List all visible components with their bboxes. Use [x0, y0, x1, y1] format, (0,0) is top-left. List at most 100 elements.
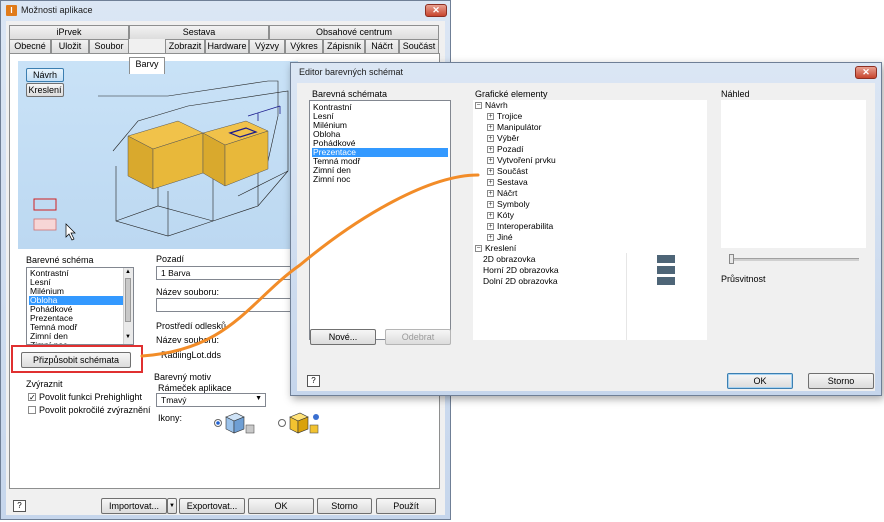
- slider-thumb[interactable]: [729, 254, 734, 264]
- schemes-list[interactable]: Kontrastní Lesní Milénium Obloha Pohádko…: [309, 100, 451, 340]
- advanced-highlight-checkbox-row[interactable]: Povolit pokročilé zvýraznění: [28, 405, 151, 415]
- tree-item[interactable]: Horní 2D obrazovka: [483, 265, 559, 276]
- tab-obecne[interactable]: Obecné: [9, 39, 51, 53]
- customize-schemes-button[interactable]: Přizpůsobit schémata: [21, 352, 131, 368]
- import-button[interactable]: Importovat...: [101, 498, 167, 514]
- tab-soubor[interactable]: Soubor: [89, 39, 129, 53]
- tree-node-design[interactable]: − Návrh: [475, 100, 508, 111]
- tree-item[interactable]: + Trojice: [487, 111, 522, 122]
- expand-icon[interactable]: +: [487, 124, 494, 132]
- expand-icon[interactable]: +: [487, 223, 494, 231]
- list-item[interactable]: Zimní den: [29, 332, 131, 341]
- background-value: 1 Barva: [161, 268, 191, 278]
- tree-item[interactable]: + Pozadí: [487, 144, 523, 155]
- tree-item[interactable]: 2D obrazovka: [483, 254, 535, 265]
- expand-icon[interactable]: +: [487, 190, 494, 198]
- tree-item[interactable]: + Symboly: [487, 199, 530, 210]
- tab-barvy[interactable]: Barvy: [129, 57, 165, 74]
- expand-icon[interactable]: +: [487, 135, 494, 143]
- scroll-down-icon[interactable]: ▼: [125, 334, 131, 340]
- tab-obsahove-centrum[interactable]: Obsahové centrum: [269, 25, 439, 39]
- editor-close-button[interactable]: ✕: [855, 66, 877, 79]
- schemes-label: Barevná schémata: [312, 89, 388, 99]
- export-button[interactable]: Exportovat...: [179, 498, 245, 514]
- list-item[interactable]: Zimní noc: [312, 175, 448, 184]
- color-scheme-label: Barevné schéma: [26, 255, 94, 265]
- tree-item[interactable]: + Jiné: [487, 232, 513, 243]
- background-dropdown[interactable]: 1 Barva: [156, 266, 296, 280]
- tree-item[interactable]: + Manipulátor: [487, 122, 541, 133]
- reflection-label: Prostředí odlesků: [156, 321, 227, 331]
- tab-nacrt[interactable]: Náčrt: [365, 39, 399, 53]
- color-swatch[interactable]: [657, 266, 675, 274]
- color-theme-label: Barevný motiv: [154, 372, 212, 382]
- tree-item[interactable]: + Součást: [487, 166, 528, 177]
- collapse-icon[interactable]: −: [475, 102, 482, 110]
- new-scheme-button[interactable]: Nové...: [310, 329, 376, 345]
- prehighlight-checkbox-row[interactable]: ✓ Povolit funkci Prehighlight: [28, 392, 142, 402]
- editor-cancel-button[interactable]: Storno: [808, 373, 874, 389]
- tree-node-drawing[interactable]: − Kreslení: [475, 243, 516, 254]
- tree-item[interactable]: + Výběr: [487, 133, 519, 144]
- file-name-label: Název souboru:: [156, 287, 220, 297]
- graphic-elements-label: Grafické elementy: [475, 89, 548, 99]
- tab-vykres[interactable]: Výkres: [285, 39, 323, 53]
- tree-item[interactable]: + Sestava: [487, 177, 528, 188]
- icons-option-1[interactable]: [212, 407, 270, 437]
- help-icon[interactable]: ?: [13, 500, 26, 512]
- tab-hardware[interactable]: Hardware: [205, 39, 249, 53]
- tab-zapisnik[interactable]: Zápisník: [323, 39, 365, 53]
- cancel-button[interactable]: Storno: [317, 498, 372, 514]
- color-scheme-editor-window: Editor barevných schémat ✕ Barevná schém…: [290, 62, 882, 396]
- chevron-down-icon[interactable]: ▼: [255, 395, 262, 402]
- tree-item[interactable]: + Vytvoření prvku: [487, 155, 556, 166]
- editor-ok-button[interactable]: OK: [727, 373, 793, 389]
- preview-label: Náhled: [721, 89, 750, 99]
- tree-item[interactable]: + Interoperabilita: [487, 221, 553, 232]
- column-divider: [626, 253, 627, 340]
- transparency-slider[interactable]: [729, 254, 859, 264]
- file-name-input[interactable]: [156, 298, 296, 312]
- tree-item[interactable]: + Náčrt: [487, 188, 517, 199]
- expand-icon[interactable]: +: [487, 234, 494, 242]
- app-frame-dropdown[interactable]: Tmavý ▼: [156, 393, 266, 407]
- tab-soucast[interactable]: Součást: [399, 39, 439, 53]
- expand-icon[interactable]: +: [487, 113, 494, 121]
- apply-button[interactable]: Použít: [376, 498, 436, 514]
- icons-option-2[interactable]: [276, 407, 334, 437]
- tab-sestava[interactable]: Sestava: [129, 25, 269, 39]
- remove-scheme-button[interactable]: Odebrat: [385, 329, 451, 345]
- collapse-icon[interactable]: −: [475, 245, 482, 253]
- scroll-thumb[interactable]: [125, 278, 131, 322]
- color-swatch[interactable]: [657, 277, 675, 285]
- graphic-elements-tree[interactable]: − Návrh + Trojice + Manipulátor + Výběr + Poz…: [473, 100, 707, 340]
- tab-ulozit[interactable]: Uložit: [51, 39, 89, 53]
- reflection-file-value[interactable]: RadiingLot.dds: [161, 350, 221, 360]
- chevron-down-icon: ▼: [169, 503, 175, 509]
- tab-iprvek[interactable]: iPrvek: [9, 25, 129, 39]
- advanced-highlight-checkbox[interactable]: [28, 405, 36, 414]
- import-dropdown-button[interactable]: ▼: [167, 498, 177, 514]
- color-icon-set-icon: [278, 412, 319, 434]
- prehighlight-checkbox[interactable]: ✓: [28, 392, 36, 401]
- ok-button[interactable]: OK: [248, 498, 314, 514]
- scroll-up-icon[interactable]: ▲: [125, 269, 131, 275]
- tab-zobrazit[interactable]: Zobrazit: [165, 39, 205, 53]
- tree-item[interactable]: + Kóty: [487, 210, 514, 221]
- expand-icon[interactable]: +: [487, 168, 494, 176]
- color-scheme-list[interactable]: Kontrastní Lesní Milénium Obloha Pohádko…: [26, 267, 134, 345]
- color-swatch[interactable]: [657, 255, 675, 263]
- scrollbar[interactable]: ▲ ▼: [123, 268, 133, 344]
- editor-title-bar: Editor barevných schémat ✕: [291, 63, 881, 83]
- expand-icon[interactable]: +: [487, 212, 494, 220]
- expand-icon[interactable]: +: [487, 157, 494, 165]
- tab-vyzvy[interactable]: Výzvy: [249, 39, 285, 53]
- title-bar: I Možnosti aplikace ✕: [1, 1, 450, 21]
- expand-icon[interactable]: +: [487, 146, 494, 154]
- editor-help-icon[interactable]: ?: [307, 375, 320, 387]
- editor-title: Editor barevných schémat: [299, 67, 404, 77]
- expand-icon[interactable]: +: [487, 201, 494, 209]
- close-button[interactable]: ✕: [425, 4, 447, 17]
- expand-icon[interactable]: +: [487, 179, 494, 187]
- tree-item[interactable]: Dolní 2D obrazovka: [483, 276, 558, 287]
